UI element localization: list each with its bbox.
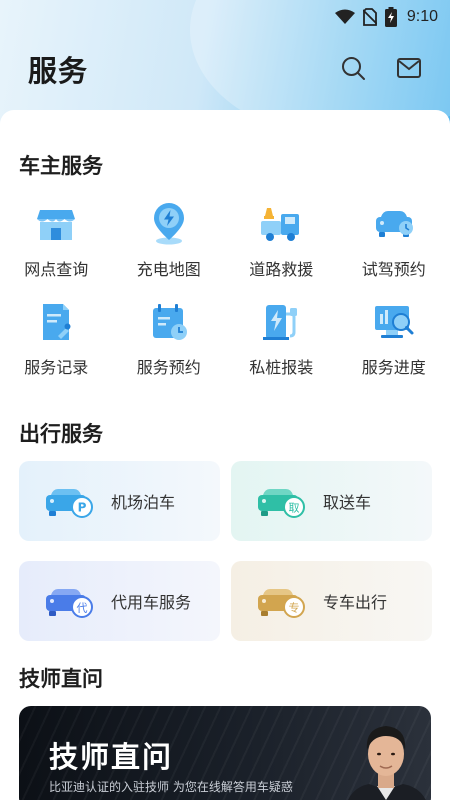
status-bar: 9:10 bbox=[0, 0, 450, 34]
service-item-service-progress[interactable]: 服务进度 bbox=[338, 300, 450, 398]
technician-banner[interactable]: 技师直问 比亚迪认证的入驻技师 为您在线解答用车疑惑 bbox=[19, 706, 431, 800]
battery-charging-icon bbox=[384, 7, 397, 27]
service-item-label: 服务记录 bbox=[24, 358, 89, 377]
store-icon bbox=[37, 210, 76, 240]
parking-car-icon: P bbox=[46, 489, 93, 518]
progress-search-icon bbox=[374, 306, 414, 338]
travel-card-label: 取送车 bbox=[323, 493, 372, 512]
service-item-road-rescue[interactable]: 道路救援 bbox=[225, 202, 338, 300]
service-item-label: 私桩报装 bbox=[249, 358, 314, 377]
service-item-charger-install[interactable]: 私桩报装 bbox=[225, 300, 338, 398]
banner-title: 技师直问 bbox=[49, 740, 174, 774]
travel-badge: P bbox=[78, 501, 87, 515]
travel-card-label: 机场泊车 bbox=[111, 493, 176, 512]
test-drive-icon bbox=[375, 211, 413, 237]
services-panel: 车主服务 网点查询 充电地图 道路救援 试驾预约 服务记录 服务预约 私桩报装 … bbox=[0, 110, 450, 800]
technician-portrait bbox=[348, 726, 426, 800]
service-item-service-appointment[interactable]: 服务预约 bbox=[113, 300, 226, 398]
travel-card-substitute-car[interactable]: 代 代用车服务 bbox=[19, 561, 220, 641]
travel-badge: 专 bbox=[289, 601, 300, 615]
appointment-icon bbox=[152, 304, 187, 340]
wifi-icon bbox=[334, 9, 355, 24]
service-item-label: 服务预约 bbox=[136, 358, 201, 377]
service-item-label: 服务进度 bbox=[361, 358, 426, 377]
charging-map-icon bbox=[153, 203, 184, 245]
service-item-label: 充电地图 bbox=[136, 260, 201, 279]
service-item-service-record[interactable]: 服务记录 bbox=[0, 300, 113, 398]
charger-install-icon bbox=[263, 305, 298, 340]
travel-card-label: 专车出行 bbox=[323, 593, 388, 612]
service-item-label: 道路救援 bbox=[249, 260, 314, 279]
travel-card-airport-parking[interactable]: P 机场泊车 bbox=[19, 461, 220, 541]
search-icon[interactable] bbox=[340, 55, 366, 81]
tow-truck-icon bbox=[261, 208, 300, 241]
pickup-car-icon: 取 bbox=[258, 489, 305, 518]
travel-services-title: 出行服务 bbox=[19, 422, 103, 446]
banner-subtitle: 比亚迪认证的入驻技师 为您在线解答用车疑惑 bbox=[49, 780, 293, 794]
travel-card-chauffeur[interactable]: 专 专车出行 bbox=[231, 561, 432, 641]
message-icon[interactable] bbox=[396, 55, 422, 81]
travel-card-pickup-delivery[interactable]: 取 取送车 bbox=[231, 461, 432, 541]
travel-badge: 取 bbox=[289, 502, 300, 515]
chauffeur-car-icon: 专 bbox=[258, 589, 305, 618]
service-item-charging-map[interactable]: 充电地图 bbox=[113, 202, 226, 300]
technician-section-title: 技师直问 bbox=[19, 667, 103, 691]
service-item-test-drive[interactable]: 试驾预约 bbox=[338, 202, 450, 300]
service-record-icon bbox=[43, 304, 71, 340]
page-title: 服务 bbox=[28, 54, 89, 88]
no-sim-icon bbox=[362, 8, 377, 26]
service-item-label: 网点查询 bbox=[24, 260, 89, 279]
owner-services-title: 车主服务 bbox=[19, 154, 103, 178]
service-item-store-search[interactable]: 网点查询 bbox=[0, 202, 113, 300]
owner-services-grid: 网点查询 充电地图 道路救援 试驾预约 服务记录 服务预约 私桩报装 服务进度 bbox=[0, 202, 450, 398]
service-item-label: 试驾预约 bbox=[361, 260, 426, 279]
status-time: 9:10 bbox=[406, 8, 438, 25]
travel-card-label: 代用车服务 bbox=[111, 593, 192, 612]
substitute-car-icon: 代 bbox=[46, 589, 93, 618]
travel-badge: 代 bbox=[77, 602, 88, 615]
